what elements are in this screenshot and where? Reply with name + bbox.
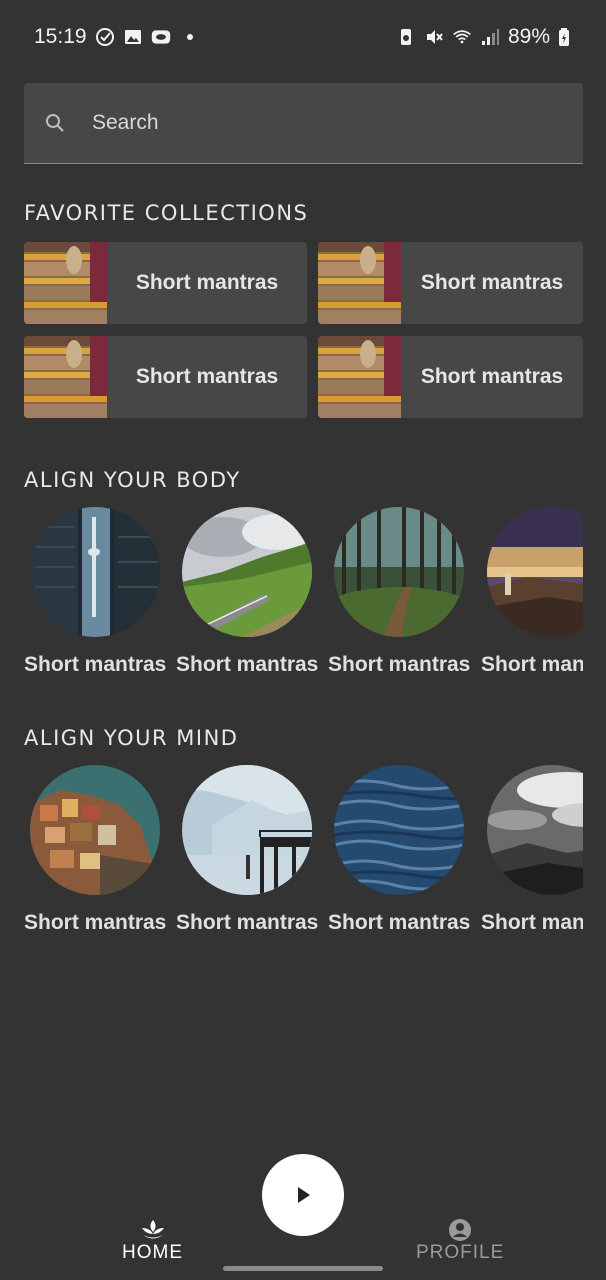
body-item[interactable]: Short man (481, 507, 583, 687)
favorite-card[interactable]: Short mantras (318, 336, 583, 418)
body-item-image (30, 507, 160, 637)
mind-item-image (487, 765, 583, 895)
battery-saver-icon (400, 29, 411, 45)
favorite-label: Short mantras (420, 271, 564, 294)
favorite-label: Short mantras (135, 271, 279, 294)
body-item-image (487, 507, 583, 637)
favorite-card[interactable]: Short mantras (318, 242, 583, 324)
nav-profile-label: PROFILE (416, 1242, 505, 1263)
mind-item-image (182, 765, 312, 895)
lotus-icon (141, 1220, 164, 1239)
search-bar[interactable] (24, 83, 583, 164)
favorite-thumbnail (318, 336, 401, 418)
nav-home[interactable]: HOME (122, 1218, 183, 1264)
favorite-label: Short mantras (420, 365, 564, 388)
favorite-thumbnail (24, 242, 107, 324)
mind-item-image (334, 765, 464, 895)
search-icon (46, 114, 64, 132)
play-button[interactable] (262, 1154, 344, 1236)
mind-item-label: Short mantras (176, 911, 319, 934)
mind-item-image (30, 765, 160, 895)
search-input[interactable] (90, 110, 524, 136)
favorite-card[interactable]: Short mantras (24, 242, 307, 324)
status-time: 15:19 (34, 25, 87, 48)
body-item-label: Short mantras (176, 653, 319, 676)
play-icon (298, 1187, 310, 1203)
app-screen: 15:19 89% FAVORITE COLLECTIONS Short man… (0, 0, 606, 1280)
body-section-title: ALIGN YOUR BODY (24, 468, 241, 492)
profile-icon (449, 1219, 472, 1241)
nav-profile[interactable]: PROFILE (416, 1218, 504, 1264)
favorite-card[interactable]: Short mantras (24, 336, 307, 418)
mind-section-title: ALIGN YOUR MIND (24, 726, 239, 750)
favorite-thumbnail (24, 336, 107, 418)
mute-icon (426, 30, 443, 44)
home-indicator[interactable] (223, 1266, 383, 1271)
body-item-label: Short man (481, 653, 583, 676)
mind-item-label: Short man (481, 911, 583, 934)
body-item-image (334, 507, 464, 637)
favorite-thumbnail (318, 242, 401, 324)
gallery-icon (124, 30, 141, 44)
check-circle-icon (95, 28, 114, 46)
more-notifications-dot (186, 34, 193, 40)
mind-item-label: Short mantras (24, 911, 167, 934)
mind-item[interactable]: Short man (481, 765, 583, 945)
battery-percent: 89% (507, 25, 550, 48)
favorite-label: Short mantras (135, 365, 279, 388)
mind-item-label: Short mantras (328, 911, 471, 934)
app-notification-icon (151, 30, 170, 44)
signal-icon (481, 29, 499, 45)
wifi-icon (453, 30, 471, 44)
nav-home-label: HOME (122, 1242, 183, 1263)
body-item-label: Short mantras (24, 653, 167, 676)
body-item-image (182, 507, 312, 637)
favorites-section-title: FAVORITE COLLECTIONS (24, 201, 309, 225)
status-bar: 15:19 89% (0, 0, 606, 76)
body-item-label: Short mantras (328, 653, 471, 676)
battery-charging-icon (559, 28, 569, 46)
